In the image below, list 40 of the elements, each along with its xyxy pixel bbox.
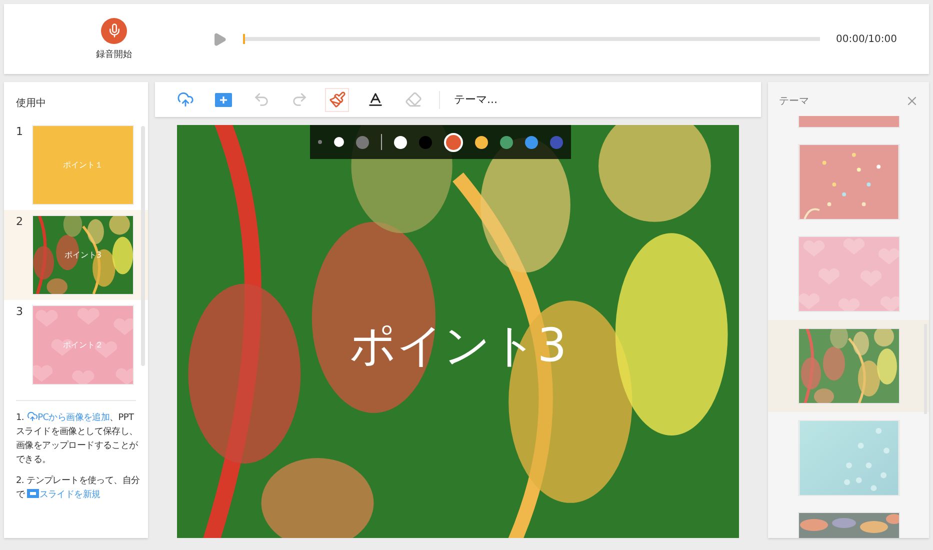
color-swatch[interactable] bbox=[475, 136, 488, 148]
theme-item[interactable] bbox=[768, 320, 929, 412]
slide-item[interactable]: 1 ポイント１ bbox=[4, 120, 148, 210]
color-swatch[interactable] bbox=[419, 136, 432, 148]
theme-button[interactable]: テーマ... bbox=[454, 92, 498, 107]
slide-item[interactable]: 3 ポイント２ bbox=[4, 300, 148, 390]
upload-icon bbox=[176, 91, 194, 108]
close-button[interactable] bbox=[905, 94, 919, 108]
redo-icon bbox=[290, 91, 308, 108]
help-link[interactable]: PCから画像を追加 bbox=[26, 413, 110, 423]
record-button[interactable]: 録音開始 bbox=[84, 18, 144, 60]
paintbrush-icon bbox=[328, 91, 346, 108]
slide-title: ポイント3 bbox=[63, 250, 102, 260]
underlined-letter-icon bbox=[366, 91, 384, 108]
color-swatch[interactable] bbox=[500, 136, 513, 148]
add-slide-icon bbox=[214, 92, 232, 106]
help-link[interactable]: スライドを新規 bbox=[27, 490, 100, 500]
cloud-upload-icon bbox=[26, 411, 38, 422]
color-swatch[interactable] bbox=[444, 132, 463, 152]
help-text: 2. テンプレートを使って、自分で スライドを新規 bbox=[16, 474, 141, 502]
microphone-icon bbox=[106, 23, 122, 38]
slide-number: 3 bbox=[16, 305, 24, 320]
slide-icon bbox=[27, 488, 40, 498]
slide-title: ポイント１ bbox=[62, 160, 104, 170]
brush-size-button[interactable] bbox=[334, 137, 344, 147]
slide-number: 2 bbox=[16, 215, 24, 230]
time-display: 00:00/10:00 bbox=[836, 34, 897, 44]
eraser-icon bbox=[404, 91, 422, 108]
slide-thumbnail[interactable]: ポイント3 bbox=[32, 215, 134, 295]
color-swatch[interactable] bbox=[550, 136, 563, 148]
slide-item[interactable]: 2 ポイント3 bbox=[4, 210, 148, 300]
color-swatch[interactable] bbox=[525, 136, 538, 148]
play-button[interactable] bbox=[212, 32, 227, 46]
help-text: 1. PCから画像を追加、PPTスライドを画像として保存し、画像をアップロードすることができる。 bbox=[16, 411, 139, 467]
slide-number: 1 bbox=[16, 125, 24, 140]
panel-title: 使用中 bbox=[15, 96, 47, 111]
slide-title: ポイント２ bbox=[62, 340, 104, 350]
color-swatch[interactable] bbox=[394, 136, 407, 148]
undo-icon bbox=[252, 91, 270, 108]
panel-title: テーマ bbox=[779, 95, 809, 108]
